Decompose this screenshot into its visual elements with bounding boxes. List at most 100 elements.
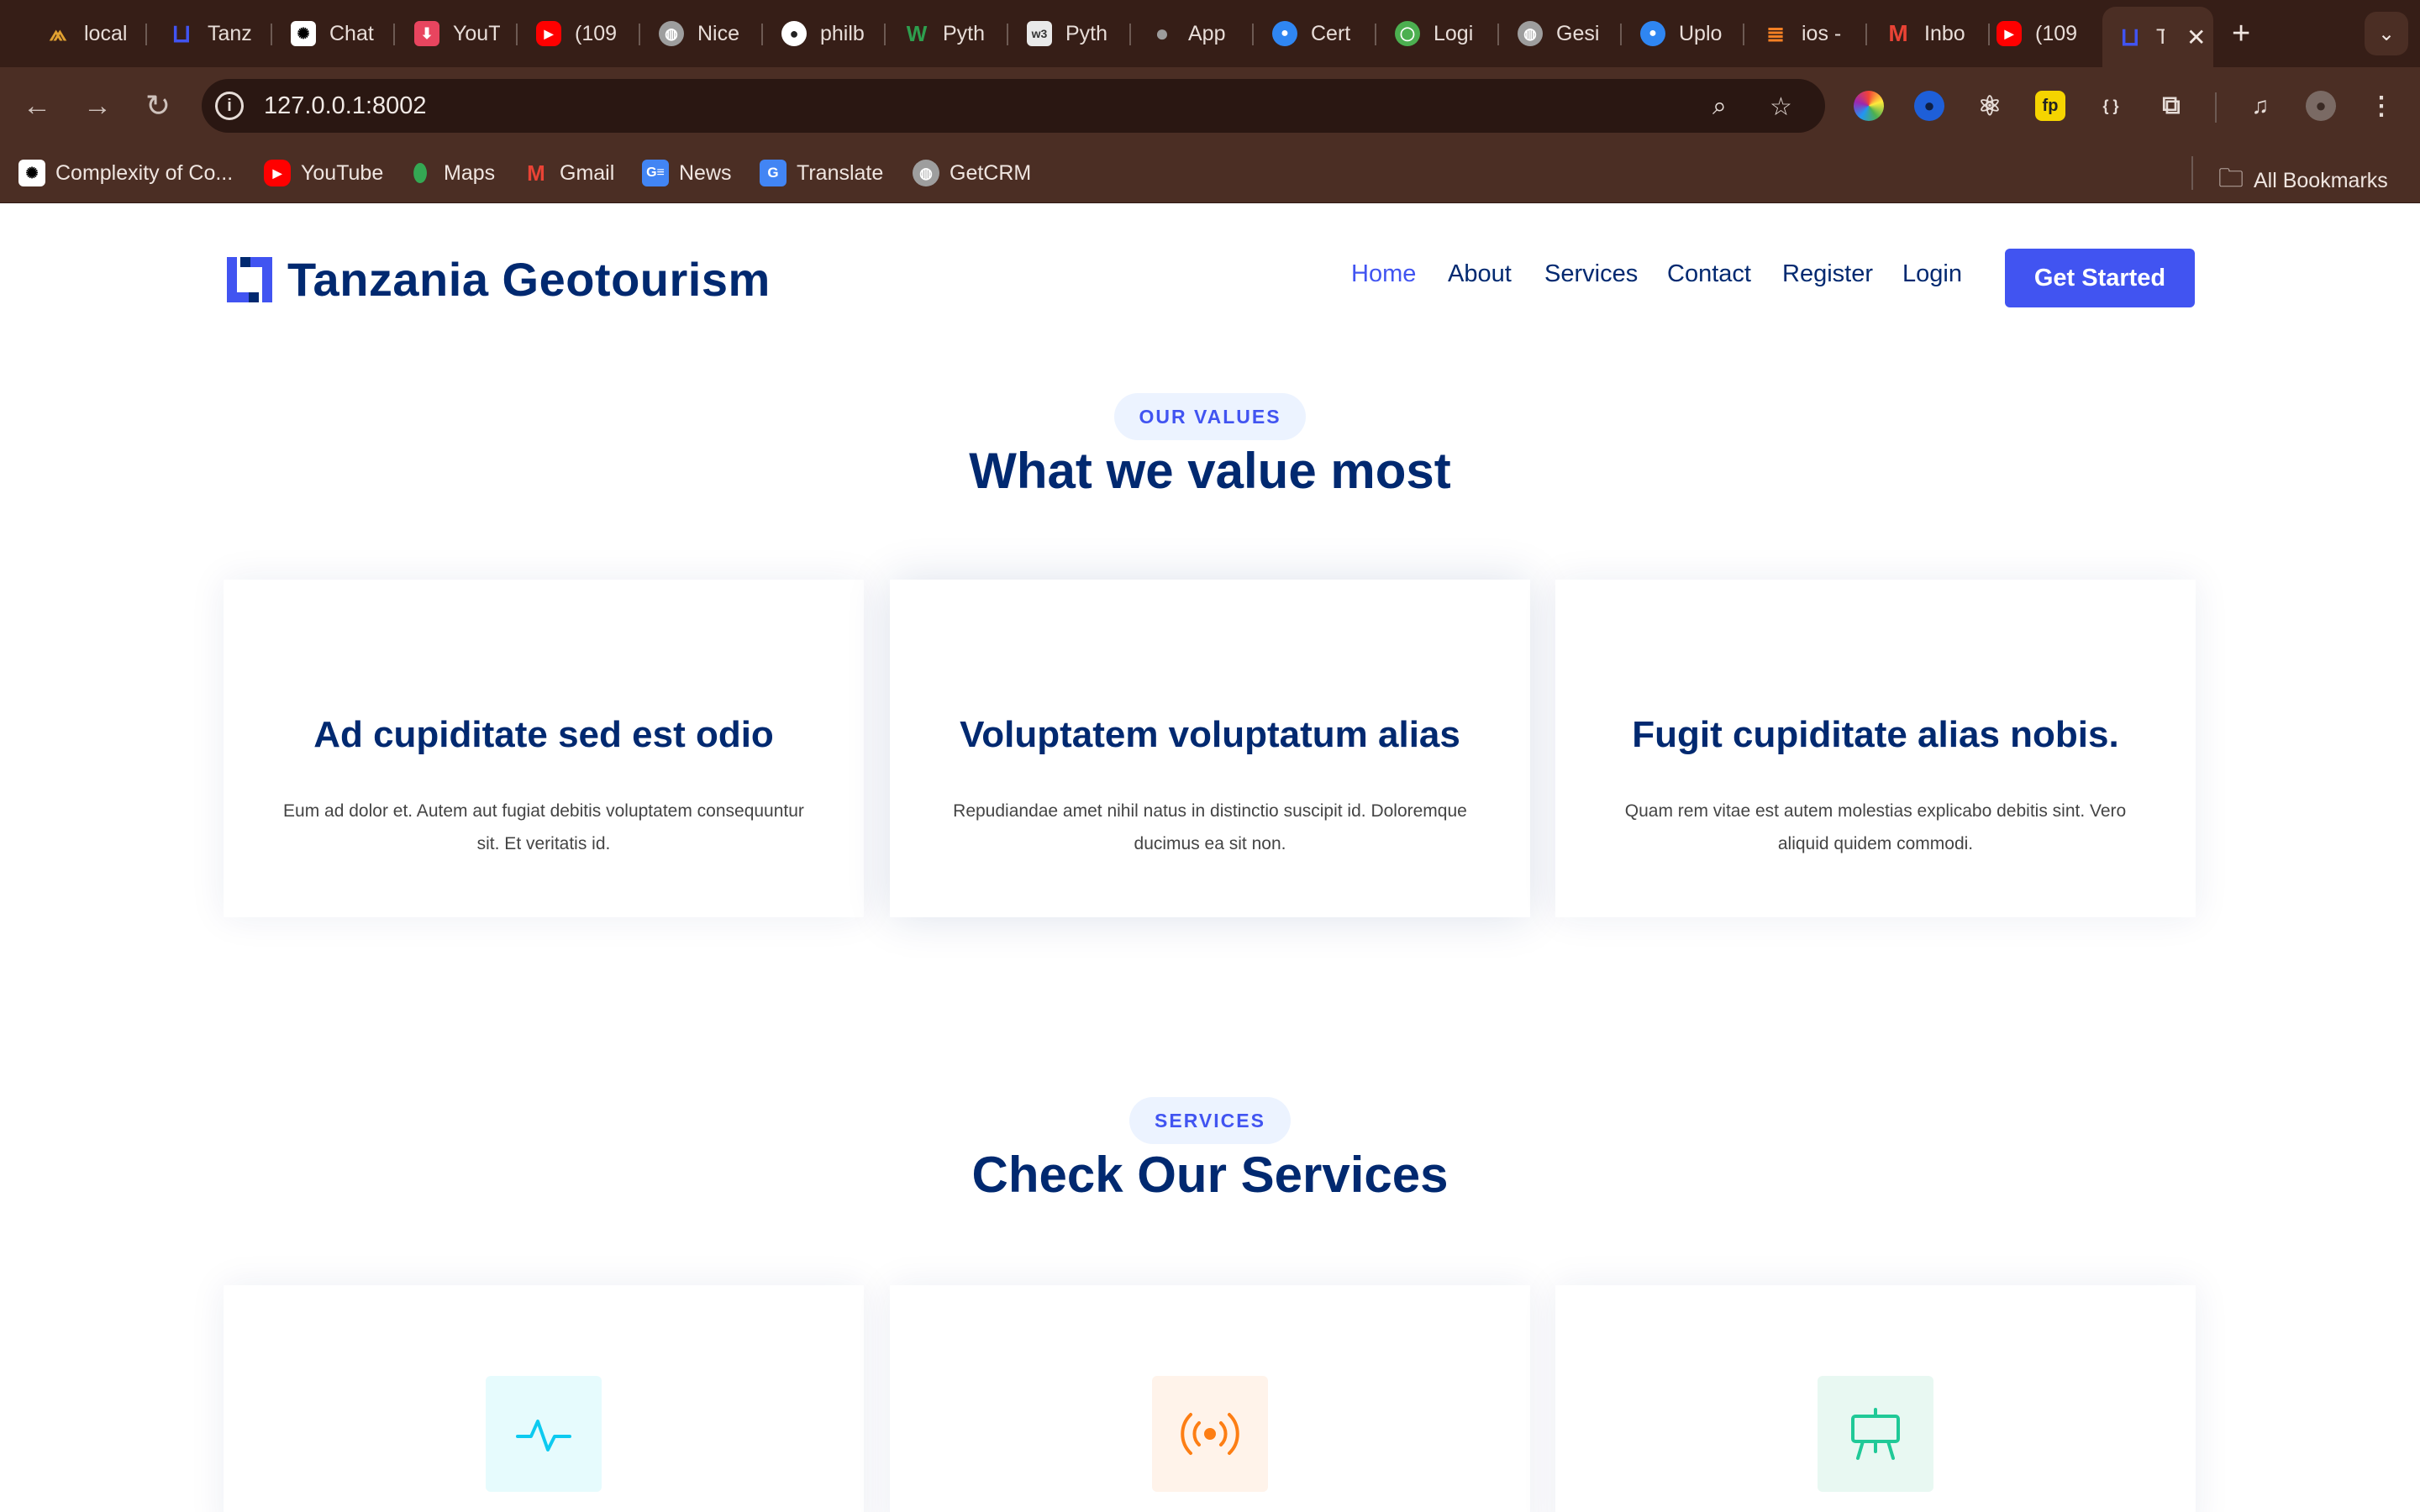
new-tab-button[interactable]: + bbox=[2232, 15, 2250, 52]
site-logo[interactable]: Tanzania Geotourism bbox=[224, 252, 771, 307]
bookmark-youtube[interactable]: ▶ YouTube bbox=[264, 160, 383, 186]
value-card: Voluptatem voluptatum alias Repudiandae … bbox=[890, 580, 1530, 917]
toolbar-separator bbox=[2215, 92, 2217, 123]
tab-label: Gesi bbox=[1556, 21, 1600, 45]
bookmark-label: Gmail bbox=[560, 160, 615, 185]
get-started-button[interactable]: Get Started bbox=[2005, 249, 2195, 307]
tab-cert[interactable]: ● Cert bbox=[1252, 12, 1358, 55]
avatar[interactable]: ● bbox=[2306, 91, 2336, 121]
bookmark-gmail[interactable]: M Gmail bbox=[523, 160, 614, 186]
site-logo-icon bbox=[227, 256, 272, 302]
bookmark-label: Complexity of Co... bbox=[55, 160, 234, 185]
youtube-icon: ▶ bbox=[536, 21, 561, 46]
tab-youtube-dl[interactable]: ⬇ YouT bbox=[394, 12, 500, 55]
gmail-icon: M bbox=[527, 160, 545, 186]
bookmark-star-icon[interactable]: ☆ bbox=[1770, 92, 1792, 122]
tab-youtube[interactable]: ▶ (109 bbox=[516, 12, 622, 55]
tab-tanzania[interactable]: ⊔ Tanz bbox=[149, 12, 255, 55]
tab-label: (109 bbox=[2035, 21, 2078, 45]
site-brand-name: Tanzania Geotourism bbox=[287, 253, 771, 306]
nav-login[interactable]: Login bbox=[1902, 260, 1962, 288]
tab-label: T bbox=[2156, 24, 2165, 49]
tab-chat[interactable]: ✺ Chat bbox=[271, 12, 376, 55]
tab-youtube-2[interactable]: ▶ (109 bbox=[1976, 12, 2082, 55]
color-picker-extension-icon[interactable] bbox=[1854, 91, 1884, 121]
github-icon: ● bbox=[781, 21, 807, 46]
tab-strip: ⩕ local ⊔ Tanz ✺ Chat ⬇ YouT ▶ (109 ◍ Nice ● ph… bbox=[0, 0, 2420, 67]
bookmark-label: YouTube bbox=[301, 160, 384, 185]
all-bookmarks-button[interactable]: 🗀 All Bookmarks bbox=[2218, 160, 2388, 202]
back-button[interactable]: ← bbox=[17, 86, 57, 126]
tab-gesi[interactable]: ◍ Gesi bbox=[1497, 12, 1603, 55]
react-devtools-icon[interactable]: ⚛ bbox=[1975, 91, 2005, 121]
forward-button[interactable]: → bbox=[77, 86, 118, 126]
gmail-icon: M bbox=[1888, 20, 1908, 46]
bookmarks-separator bbox=[2191, 156, 2193, 190]
extensions-puzzle-icon[interactable]: ⧉ bbox=[2156, 91, 2186, 121]
nav-services[interactable]: Services bbox=[1544, 260, 1638, 288]
bookmark-label: Translate bbox=[797, 160, 884, 185]
reload-button[interactable]: ↻ bbox=[138, 86, 178, 126]
chevron-down-icon: ⌄ bbox=[2377, 22, 2396, 45]
login-icon: ◯ bbox=[1395, 21, 1420, 46]
nav-about[interactable]: About bbox=[1448, 260, 1512, 288]
news-icon: G≡ bbox=[642, 160, 669, 186]
bookmark-label: Maps bbox=[444, 160, 496, 185]
tab-local[interactable]: ⩕ local bbox=[25, 12, 131, 55]
site-info-icon[interactable]: i bbox=[215, 92, 244, 120]
tab-label: Logi bbox=[1434, 21, 1474, 45]
tab-nice[interactable]: ◍ Nice bbox=[639, 12, 744, 55]
tab-label: Nice bbox=[697, 21, 740, 45]
fp-extension-icon[interactable]: fp bbox=[2035, 91, 2065, 121]
tab-login[interactable]: ◯ Logi bbox=[1375, 12, 1481, 55]
reward-icon: ⩕ bbox=[49, 20, 67, 45]
tab-label: ios - bbox=[1802, 21, 1842, 45]
activity-icon bbox=[516, 1420, 571, 1452]
bookmark-getcrm[interactable]: ◍ GetCRM bbox=[913, 160, 1031, 186]
nav-contact[interactable]: Contact bbox=[1667, 260, 1751, 288]
tab-label: YouT bbox=[453, 21, 500, 45]
close-icon[interactable]: ✕ bbox=[2186, 24, 2206, 51]
bookmark-complexity[interactable]: ✺ Complexity of Co... bbox=[18, 160, 233, 186]
tab-apple[interactable]: ● App bbox=[1129, 12, 1235, 55]
nav-register[interactable]: Register bbox=[1782, 260, 1873, 288]
tab-github[interactable]: ● philb bbox=[761, 12, 867, 55]
tab-label: Pyth bbox=[1065, 21, 1108, 45]
circle-extension-icon[interactable]: ● bbox=[1914, 91, 1944, 121]
tab-label: (109 bbox=[575, 21, 618, 45]
apple-icon: ● bbox=[1155, 20, 1170, 46]
more-menu-icon[interactable]: ⋮ bbox=[2366, 91, 2396, 121]
section-badge-values: OUR VALUES bbox=[1114, 393, 1306, 440]
service-card bbox=[890, 1285, 1530, 1512]
tab-separator bbox=[145, 24, 147, 45]
tab-label: Tanz bbox=[208, 21, 252, 45]
tab-inbox[interactable]: M Inbo bbox=[1865, 12, 1971, 55]
code-extension-icon[interactable]: { } bbox=[2096, 91, 2126, 121]
tab-upload[interactable]: ● Uplo bbox=[1620, 12, 1726, 55]
tab-label: local bbox=[84, 21, 128, 45]
nav-home[interactable]: Home bbox=[1351, 260, 1416, 288]
tab-label: philb bbox=[820, 21, 865, 45]
bookmarks-bar: ✺ Complexity of Co... ▶ YouTube ⬮ Maps M Gma… bbox=[0, 144, 2420, 203]
easel-icon bbox=[1851, 1408, 1900, 1460]
value-card-text: Quam rem vitae est autem molestias expli… bbox=[1624, 801, 2127, 853]
tab-python-w3[interactable]: w3 Pyth bbox=[1007, 12, 1113, 55]
tab-python-w[interactable]: W Pyth bbox=[884, 12, 990, 55]
bookmark-maps[interactable]: ⬮ Maps bbox=[407, 160, 495, 186]
address-bar[interactable]: i 127.0.0.1:8002 ⌕ ☆ bbox=[202, 79, 1825, 133]
zoom-icon[interactable]: ⌕ bbox=[1712, 92, 1727, 121]
translate-icon: G bbox=[760, 160, 786, 186]
tab-label: Pyth bbox=[943, 21, 986, 45]
site-logo-icon: ⊔ bbox=[2120, 23, 2140, 51]
apple-dev-icon: ● bbox=[1272, 21, 1297, 46]
value-card-text: Eum ad dolor et. Autem aut fugiat debiti… bbox=[283, 801, 804, 853]
tab-active-tanzania[interactable]: ⊔ T ✕ bbox=[2102, 7, 2213, 67]
bookmark-translate[interactable]: G Translate bbox=[760, 160, 883, 186]
bookmark-news[interactable]: G≡ News bbox=[642, 160, 732, 186]
value-card: Ad cupiditate sed est odio Eum ad dolor … bbox=[224, 580, 864, 917]
url-text[interactable]: 127.0.0.1:8002 bbox=[264, 92, 427, 120]
tab-label: Cert bbox=[1311, 21, 1351, 45]
tab-search-button[interactable]: ⌄ bbox=[2365, 12, 2408, 55]
media-control-icon[interactable]: ♫ bbox=[2245, 91, 2275, 121]
tab-ios[interactable]: ≣ ios - bbox=[1743, 12, 1849, 55]
